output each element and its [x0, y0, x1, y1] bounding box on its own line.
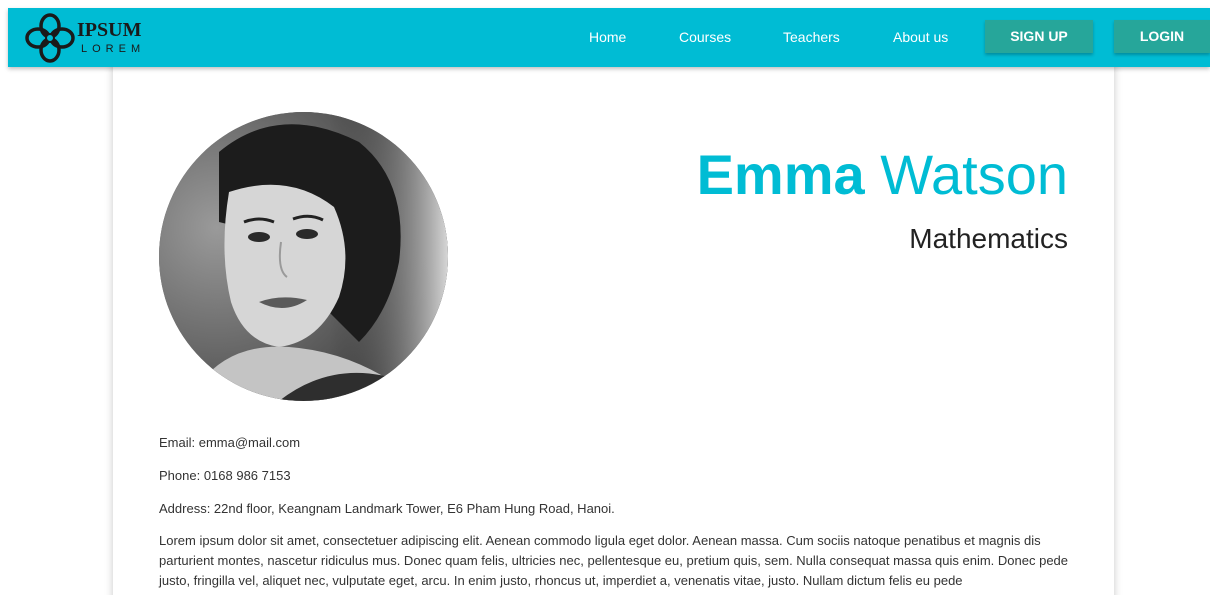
- nav-link-home[interactable]: Home: [589, 8, 626, 67]
- teacher-subject: Mathematics: [909, 223, 1068, 254]
- navbar: IPSUM LOREM Home Courses Teachers About …: [8, 8, 1210, 67]
- profile-card: Emma Watson Mathematics Email: emma@mail…: [113, 60, 1114, 595]
- teacher-email: Email: emma@mail.com: [159, 435, 301, 450]
- nav-link-courses[interactable]: Courses: [679, 8, 731, 67]
- brand-name-bottom: LOREM: [81, 43, 146, 55]
- profile-photo: [159, 112, 448, 401]
- signup-button[interactable]: SIGN UP: [985, 20, 1093, 53]
- page: IPSUM LOREM Home Courses Teachers About …: [0, 0, 1210, 595]
- teacher-first-name: Emma: [696, 143, 865, 206]
- nav-link-teachers[interactable]: Teachers: [783, 8, 840, 67]
- teacher-phone: Phone: 0168 986 7153: [159, 468, 291, 483]
- avatar: [159, 112, 448, 401]
- nav-link-about-us[interactable]: About us: [893, 8, 948, 67]
- brand-logo[interactable]: IPSUM LOREM: [25, 13, 155, 63]
- teacher-name: Emma Watson: [697, 142, 1068, 207]
- flower-logo-icon: [25, 13, 75, 63]
- teacher-last-name: Watson: [880, 143, 1068, 206]
- teacher-address: Address: 22nd floor, Keangnam Landmark T…: [159, 501, 615, 516]
- brand-name-top: IPSUM: [77, 19, 142, 41]
- teacher-bio: Lorem ipsum dolor sit amet, consectetuer…: [159, 533, 1069, 588]
- login-button[interactable]: LOGIN: [1114, 20, 1210, 53]
